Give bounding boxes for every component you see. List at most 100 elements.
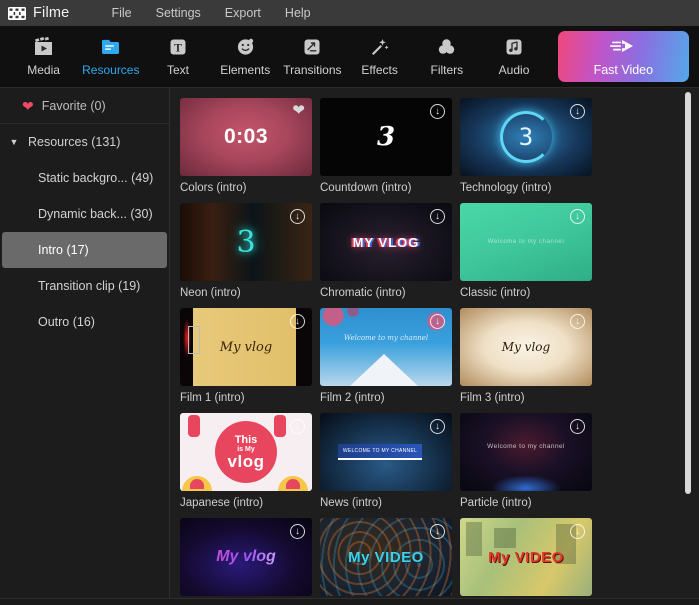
magic-wand-icon bbox=[369, 36, 390, 58]
sidebar-item-favorite[interactable]: ❤ Favorite (0) bbox=[0, 88, 169, 124]
template-name: Colors (intro) bbox=[180, 182, 247, 194]
template-card-my-video-1[interactable]: My VIDEO ↓ bbox=[320, 518, 452, 596]
download-circle-icon[interactable]: ↓ bbox=[430, 209, 445, 224]
download-circle-icon[interactable]: ↓ bbox=[430, 104, 445, 119]
transition-icon bbox=[302, 36, 322, 58]
template-card-technology[interactable]: 3 ↓ Technology (intro) bbox=[460, 98, 592, 194]
template-name: Particle (intro) bbox=[460, 497, 532, 509]
menu-item-export[interactable]: Export bbox=[225, 6, 261, 20]
template-thumbnail[interactable]: My VIDEO ↓ bbox=[460, 518, 592, 596]
content-scrollbar-track[interactable] bbox=[685, 88, 695, 605]
download-circle-icon[interactable]: ↓ bbox=[430, 524, 445, 539]
template-name: Chromatic (intro) bbox=[320, 287, 406, 299]
template-card-my-video-2[interactable]: My VIDEO ↓ bbox=[460, 518, 592, 596]
template-thumbnail[interactable]: 3 ↓ bbox=[460, 98, 592, 176]
fast-video-label: Fast Video bbox=[593, 62, 654, 77]
toolbar-tab-transitions[interactable]: Transitions bbox=[279, 28, 346, 86]
download-circle-icon[interactable]: ↓ bbox=[430, 419, 445, 434]
template-name: Technology (intro) bbox=[460, 182, 552, 194]
main-body: ❤ Favorite (0) ▼ Resources (131) Static … bbox=[0, 88, 699, 605]
template-thumbnail[interactable]: My vlog ↓ bbox=[180, 308, 312, 386]
toolbar-tab-effects-label: Effects bbox=[361, 63, 398, 77]
template-thumbnail[interactable]: My VIDEO ↓ bbox=[320, 518, 452, 596]
thumbnail-art-text: Welcome to my channel bbox=[343, 334, 429, 342]
template-card-countdown[interactable]: 3 ↓ Countdown (intro) bbox=[320, 98, 452, 194]
download-circle-icon[interactable]: ↓ bbox=[570, 104, 585, 119]
sidebar-item-intro[interactable]: Intro (17) bbox=[2, 232, 167, 268]
thumbnail-art-text: WELCOME TO MY CHANNEL bbox=[342, 448, 418, 454]
template-card-particle[interactable]: Welcome to my channel ↓ Particle (intro) bbox=[460, 413, 592, 509]
template-card-film-2[interactable]: Welcome to my channel ↓ Film 2 (intro) bbox=[320, 308, 452, 404]
film-strip-icon bbox=[8, 6, 26, 21]
menu-item-settings[interactable]: Settings bbox=[156, 6, 201, 20]
template-card-classic[interactable]: Welcome to my channel ↓ Classic (intro) bbox=[460, 203, 592, 299]
content-scrollbar-thumb[interactable] bbox=[685, 92, 691, 494]
template-card-chromatic[interactable]: MY VLOG ↓ Chromatic (intro) bbox=[320, 203, 452, 299]
toolbar-tab-resources[interactable]: Resources bbox=[77, 28, 144, 86]
template-name: Neon (intro) bbox=[180, 287, 241, 299]
download-circle-icon[interactable]: ↓ bbox=[290, 314, 305, 329]
menu-item-file[interactable]: File bbox=[111, 6, 131, 20]
template-name: Classic (intro) bbox=[460, 287, 531, 299]
toolbar-tab-audio[interactable]: Audio bbox=[480, 28, 547, 86]
download-circle-icon[interactable]: ↓ bbox=[290, 419, 305, 434]
download-circle-icon[interactable]: ↓ bbox=[570, 314, 585, 329]
template-thumbnail[interactable]: 0:03 ❤ bbox=[180, 98, 312, 176]
menu-item-help[interactable]: Help bbox=[285, 6, 311, 20]
toolbar-tab-audio-label: Audio bbox=[498, 63, 530, 77]
template-name: Film 1 (intro) bbox=[180, 392, 245, 404]
template-card-my-vlog[interactable]: My vlog ↓ bbox=[180, 518, 312, 596]
template-thumbnail[interactable]: Welcome to my channel ↓ bbox=[460, 413, 592, 491]
template-card-film-1[interactable]: My vlog ↓ Film 1 (intro) bbox=[180, 308, 312, 404]
toolbar-tab-media[interactable]: Media bbox=[10, 28, 77, 86]
fast-forward-arrow-icon bbox=[609, 37, 637, 60]
app-title: Filme bbox=[33, 5, 70, 21]
download-circle-icon[interactable]: ↓ bbox=[570, 524, 585, 539]
resources-sidebar: ❤ Favorite (0) ▼ Resources (131) Static … bbox=[0, 88, 170, 605]
toolbar-tab-resources-label: Resources bbox=[82, 63, 140, 77]
fast-video-button[interactable]: Fast Video bbox=[557, 31, 690, 82]
template-card-news[interactable]: WELCOME TO MY CHANNEL ↓ News (intro) bbox=[320, 413, 452, 509]
color-circles-icon bbox=[436, 36, 457, 58]
main-toolbar: Media Resources T Text Elements Transiti… bbox=[0, 26, 699, 88]
toolbar-tab-text[interactable]: T Text bbox=[144, 28, 211, 86]
download-circle-icon[interactable]: ↓ bbox=[290, 524, 305, 539]
template-thumbnail[interactable]: MY VLOG ↓ bbox=[320, 203, 452, 281]
svg-text:T: T bbox=[174, 42, 182, 54]
toolbar-tab-filters-label: Filters bbox=[430, 63, 464, 77]
template-card-neon[interactable]: 3 ↓ Neon (intro) bbox=[180, 203, 312, 299]
template-card-japanese[interactable]: This is My vlog ↓ Japanese (intro) bbox=[180, 413, 312, 509]
download-circle-icon[interactable]: ↓ bbox=[570, 419, 585, 434]
download-circle-icon[interactable]: ↓ bbox=[290, 209, 305, 224]
template-thumbnail[interactable]: My vlog ↓ bbox=[180, 518, 312, 596]
sidebar-group-resources[interactable]: ▼ Resources (131) bbox=[0, 124, 169, 160]
template-thumbnail[interactable]: 3 ↓ bbox=[180, 203, 312, 281]
template-thumbnail[interactable]: Welcome to my channel ↓ bbox=[460, 203, 592, 281]
toolbar-tab-elements[interactable]: Elements bbox=[212, 28, 279, 86]
template-thumbnail[interactable]: My vlog ↓ bbox=[460, 308, 592, 386]
filme-app-window: Filme File Settings Export Help Media Re… bbox=[0, 0, 699, 605]
template-thumbnail[interactable]: Welcome to my channel ↓ bbox=[320, 308, 452, 386]
toolbar-tab-text-label: Text bbox=[167, 63, 190, 77]
template-card-colors[interactable]: 0:03 ❤ Colors (intro) bbox=[180, 98, 312, 194]
chevron-down-icon[interactable]: ▼ bbox=[8, 137, 20, 147]
template-thumbnail[interactable]: 3 ↓ bbox=[320, 98, 452, 176]
template-card-film-3[interactable]: My vlog ↓ Film 3 (intro) bbox=[460, 308, 592, 404]
toolbar-tab-effects[interactable]: Effects bbox=[346, 28, 413, 86]
heart-filled-icon[interactable]: ❤ bbox=[292, 103, 305, 118]
download-circle-icon[interactable]: ↓ bbox=[430, 314, 445, 329]
toolbar-tab-elements-label: Elements bbox=[220, 63, 271, 77]
sidebar-item-transition-clip[interactable]: Transition clip (19) bbox=[2, 268, 167, 304]
bottom-divider bbox=[0, 598, 699, 605]
download-circle-icon[interactable]: ↓ bbox=[570, 209, 585, 224]
intro-template-grid: 0:03 ❤ Colors (intro) 3 ↓ Countdown (int… bbox=[180, 98, 690, 605]
text-t-icon: T bbox=[168, 36, 188, 58]
toolbar-tab-filters[interactable]: Filters bbox=[413, 28, 480, 86]
app-brand: Filme bbox=[8, 5, 69, 21]
sidebar-item-static-backgrounds[interactable]: Static backgro... (49) bbox=[2, 160, 167, 196]
template-thumbnail[interactable]: WELCOME TO MY CHANNEL ↓ bbox=[320, 413, 452, 491]
template-thumbnail[interactable]: This is My vlog ↓ bbox=[180, 413, 312, 491]
sidebar-item-outro[interactable]: Outro (16) bbox=[2, 304, 167, 340]
glow-decoration bbox=[491, 475, 561, 491]
sidebar-item-dynamic-backgrounds[interactable]: Dynamic back... (30) bbox=[2, 196, 167, 232]
